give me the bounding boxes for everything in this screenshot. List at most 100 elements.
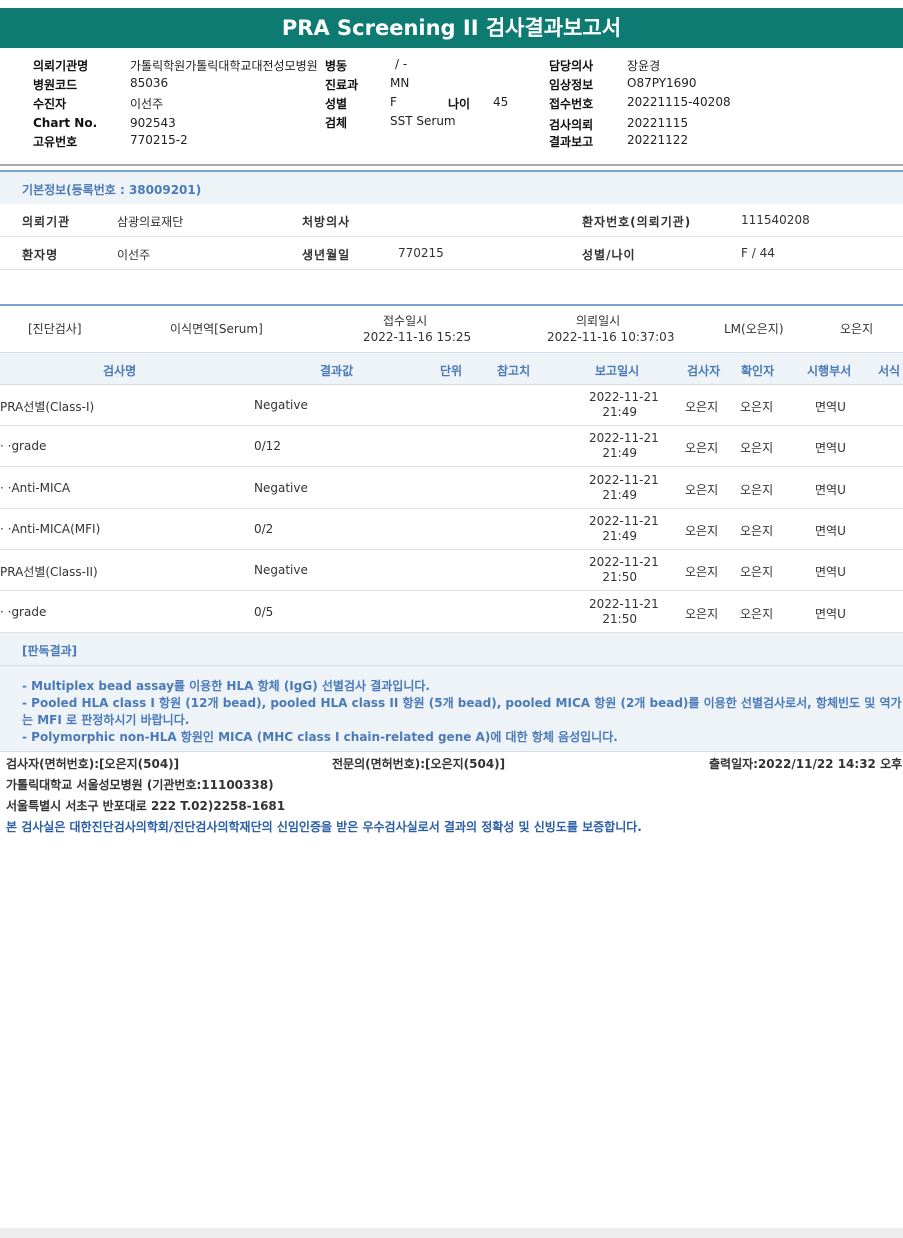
cell-examiner: 오은지 xyxy=(685,565,719,580)
cell-verifier: 오은지 xyxy=(740,441,774,456)
requesting-org-label: 의뢰기관명 xyxy=(33,59,89,73)
patient-name: 이선주 xyxy=(117,248,151,262)
table-row: · ·Anti-MICA(MFI) 0/2 오은지 오은지 면역U 2022-11-21 2… xyxy=(0,509,903,550)
birth: 770215 xyxy=(398,246,444,260)
table-row: · ·grade 0/12 오은지 오은지 면역U 2022-11-21 21:49 xyxy=(0,426,903,468)
col-verifier: 확인자 xyxy=(741,364,775,378)
institution: 삼광의료재단 xyxy=(117,215,184,229)
cell-name: · ·Anti-MICA xyxy=(0,480,71,495)
institution-label: 의뢰기관 xyxy=(22,215,71,229)
prescriber-label: 처방의사 xyxy=(302,215,351,229)
patient-no-label: 환자번호(의뢰기관) xyxy=(582,215,692,229)
col-examiner: 검사자 xyxy=(687,364,721,378)
report-time: 21:49 xyxy=(602,446,637,461)
receipt-no: 20221115-40208 xyxy=(627,95,731,109)
patient-no: 111540208 xyxy=(741,213,810,227)
footer-printed: 출력일자:2022/11/22 14:32 오후 xyxy=(709,757,903,771)
cell-report-time: 2022-11-21 21:50 xyxy=(589,555,659,585)
specimen: SST Serum xyxy=(390,114,456,128)
interpretation-line: - Polymorphic non-HLA 항원인 MICA (MHC clas… xyxy=(22,730,618,744)
report-date: 2022-11-21 xyxy=(589,596,659,611)
age-label: 나이 xyxy=(448,97,471,111)
cell-dept: 면역U xyxy=(815,441,846,456)
report-date: 2022-11-21 xyxy=(589,431,659,446)
col-unit: 단위 xyxy=(440,364,463,378)
report-date: 2022-11-21 xyxy=(589,390,659,404)
interpretation-line: - Pooled HLA class I 항원 (12개 bead), pool… xyxy=(22,696,902,710)
department: MN xyxy=(390,76,410,90)
ward-label: 병동 xyxy=(325,59,348,73)
cell-examiner: 오은지 xyxy=(685,400,719,414)
cell-examiner: 오은지 xyxy=(685,606,719,621)
report-title: PRA Screening II 검사결과보고서 xyxy=(0,8,903,48)
clinical-info: O87PY1690 xyxy=(627,76,697,90)
footer-specialist: 전문의(면허번호):[오은지(504)] xyxy=(332,757,506,771)
sex-label: 성별 xyxy=(325,97,348,111)
cell-report-time: 2022-11-21 21:49 xyxy=(589,473,659,503)
report-date: 2022-11-21 xyxy=(589,555,659,570)
report-time: 21:50 xyxy=(602,570,637,585)
ward: / - xyxy=(395,57,408,71)
col-dept: 시행부서 xyxy=(807,364,852,378)
footer-hospital: 가톨릭대학교 서울성모병원 (기관번호:11100338) xyxy=(6,778,274,792)
interpretation-header: [판독결과] xyxy=(0,633,903,666)
basic-info-header: 기본정보(등록번호 : 38009201) xyxy=(0,170,903,204)
results-table-header: 검사명 결과값 단위 참고치 보고일시 검사자 확인자 시행부서 서식 xyxy=(0,352,903,385)
cell-name: · ·Anti-MICA(MFI) xyxy=(0,521,101,536)
report-date: 20221122 xyxy=(627,133,689,147)
report-date: 2022-11-21 xyxy=(589,513,659,528)
col-form: 서식 xyxy=(878,364,901,378)
clinical-info-label: 임상정보 xyxy=(549,78,594,92)
col-report-time: 보고일시 xyxy=(595,364,640,378)
report-time: 21:50 xyxy=(602,611,637,626)
top-margin xyxy=(0,0,903,8)
cell-examiner: 오은지 xyxy=(685,523,719,538)
footer-certification: 본 검사실은 대한진단검사의학회/진단검사의학재단의 신임인증을 받은 우수검사… xyxy=(6,820,642,834)
bottom-strip xyxy=(0,1228,903,1238)
cell-result: Negative xyxy=(254,480,308,495)
cell-result: 0/12 xyxy=(254,439,281,454)
received-time: 2022-11-16 15:25 xyxy=(363,330,472,344)
unique-no: 770215-2 xyxy=(130,133,188,147)
doctor: 장윤경 xyxy=(627,59,661,73)
patient-name-label: 환자명 xyxy=(22,248,59,262)
cell-name: · ·grade xyxy=(0,439,47,454)
sex: F xyxy=(390,95,397,109)
interpretation-line: 는 MFI 로 판정하시기 바랍니다. xyxy=(22,713,190,727)
basic-info-row-2: 환자명 이선주 생년월일 770215 성별/나이 F / 44 xyxy=(0,237,903,270)
age: 45 xyxy=(493,95,509,109)
cell-report-time: 2022-11-21 21:49 xyxy=(589,513,659,544)
cell-result: Negative xyxy=(254,398,308,412)
requested-time: 2022-11-16 10:37:03 xyxy=(547,330,675,344)
cell-dept: 면역U xyxy=(815,482,846,497)
doctor-label: 담당의사 xyxy=(549,59,594,73)
department-label: 진료과 xyxy=(325,78,359,92)
basic-info-row-1: 의뢰기관 삼광의료재단 처방의사 환자번호(의뢰기관) 111540208 xyxy=(0,204,903,237)
sex-age-label: 성별/나이 xyxy=(582,248,636,262)
cell-name: PRA선별(Class-II) xyxy=(0,565,98,580)
chart-no: 902543 xyxy=(130,116,176,130)
table-row: PRA선별(Class-I) Negative 오은지 오은지 면역U 2022-11-2… xyxy=(0,385,903,426)
table-row: PRA선별(Class-II) Negative 오은지 오은지 면역U 2022-11-… xyxy=(0,550,903,592)
cell-result: 0/2 xyxy=(254,521,274,536)
footer-examiner: 검사자(면허번호):[오은지(504)] xyxy=(6,757,180,771)
interpretation-body: - Multiplex bead assay를 이용한 HLA 항체 (IgG)… xyxy=(0,666,903,752)
cell-dept: 면역U xyxy=(815,523,846,538)
examinee: 이선주 xyxy=(130,97,164,111)
hospital-code-label: 병원코드 xyxy=(33,78,78,92)
cell-examiner: 오은지 xyxy=(685,482,719,497)
interpretation-title: [판독결과] xyxy=(22,644,78,658)
exam-tech: 오은지 xyxy=(840,322,874,336)
cell-report-time: 2022-11-21 21:49 xyxy=(589,431,659,461)
requesting-org: 가톨릭학원가톨릭대학교대전성모병원 xyxy=(130,59,318,73)
exam-divider xyxy=(0,304,903,306)
cell-examiner: 오은지 xyxy=(685,441,719,456)
report-time: 21:49 xyxy=(602,487,637,502)
table-row: · ·Anti-MICA Negative 오은지 오은지 면역U 2022-11-21 2… xyxy=(0,468,903,509)
chart-no-label: Chart No. xyxy=(33,116,98,130)
basic-info-title: 기본정보(등록번호 : 38009201) xyxy=(22,183,202,197)
hospital-code: 85036 xyxy=(130,76,169,90)
sex-age: F / 44 xyxy=(741,246,775,260)
col-name: 검사명 xyxy=(103,364,137,378)
cell-verifier: 오은지 xyxy=(740,565,774,580)
